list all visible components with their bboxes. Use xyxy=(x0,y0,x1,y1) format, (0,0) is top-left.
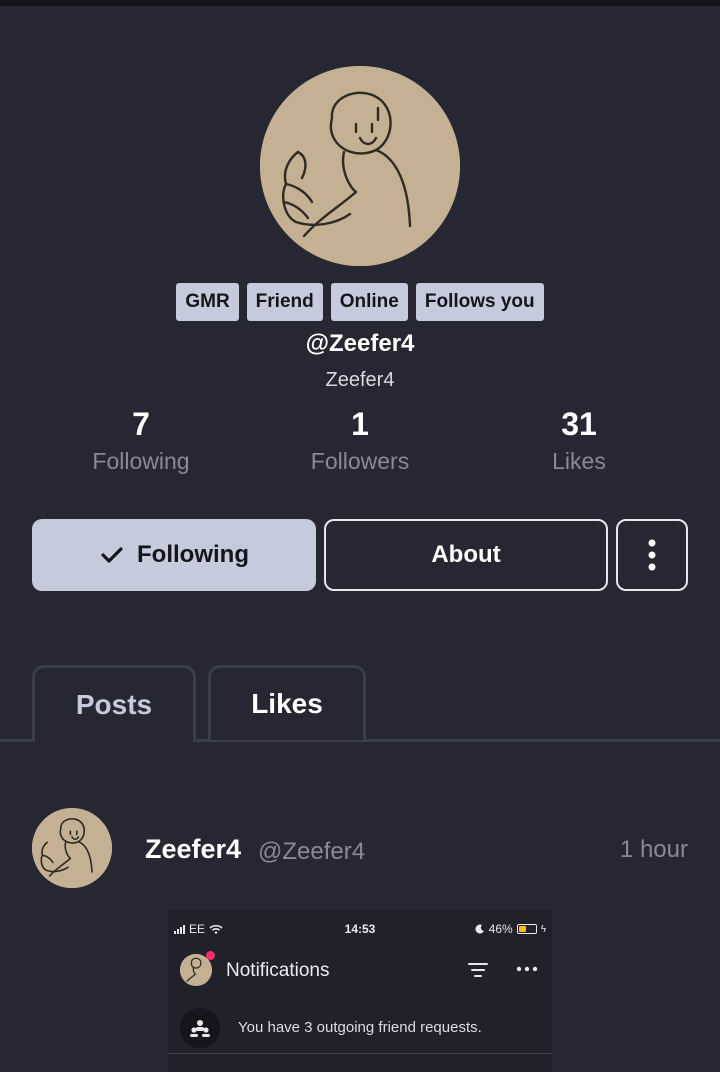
charging-icon: ϟ xyxy=(540,923,546,935)
post-timestamp: 1 hour xyxy=(619,836,688,863)
profile-display-name: Zeefer4 xyxy=(325,369,395,391)
more-horizontal-icon xyxy=(516,966,538,972)
friend-requests-icon xyxy=(180,1008,220,1048)
notification-divider xyxy=(168,1053,552,1054)
checkmark-icon xyxy=(101,547,123,563)
post-author-name[interactable]: Zeefer4 xyxy=(145,834,241,865)
user-drawing-avatar-icon xyxy=(260,66,460,266)
battery-percent: 46% xyxy=(488,922,513,936)
notification-text: You have 3 outgoing friend requests. xyxy=(238,1019,482,1036)
badge-follows-you: Follows you xyxy=(415,283,544,321)
top-bar xyxy=(0,0,720,6)
tab-likes[interactable]: Likes xyxy=(208,665,366,740)
profile-page: GMR Friend Online Follows you @Zeefer4 Z… xyxy=(0,0,720,1072)
stat-likes[interactable]: 31 Likes xyxy=(469,404,689,475)
stat-followers-value: 1 xyxy=(351,406,369,442)
about-button-label: About xyxy=(431,541,501,568)
tab-likes-label: Likes xyxy=(251,688,323,719)
badge-friend: Friend xyxy=(246,283,323,321)
notifications-title: Notifications xyxy=(226,960,330,981)
battery-status: 46% ϟ xyxy=(475,922,546,936)
people-icon xyxy=(190,1020,210,1037)
profile-badges: GMR Friend Online Follows you xyxy=(0,283,720,321)
post-image[interactable]: EE 14:53 46% ϟ Notifications You have 3 … xyxy=(168,910,552,1072)
profile-handle: @Zeefer4 xyxy=(305,330,415,357)
more-options-button[interactable] xyxy=(616,519,688,591)
battery-icon xyxy=(516,924,537,934)
badge-gmr: GMR xyxy=(176,283,239,321)
stat-following-value: 7 xyxy=(132,406,150,442)
filter-icon xyxy=(468,963,488,977)
profile-avatar[interactable] xyxy=(260,66,460,266)
stat-likes-label: Likes xyxy=(552,448,606,474)
stat-followers-label: Followers xyxy=(310,448,410,474)
moon-icon xyxy=(475,924,484,934)
following-button[interactable]: Following xyxy=(32,519,316,591)
post-author-avatar[interactable] xyxy=(32,808,112,888)
stat-likes-value: 31 xyxy=(561,406,597,442)
user-drawing-avatar-icon xyxy=(32,808,112,888)
badge-online: Online xyxy=(330,283,408,321)
about-button[interactable]: About xyxy=(324,519,608,591)
vertical-dots-icon xyxy=(648,539,656,571)
stat-followers[interactable]: 1 Followers xyxy=(250,404,470,475)
stat-following-label: Following xyxy=(92,448,190,474)
stat-following[interactable]: 7 Following xyxy=(31,404,251,475)
tab-posts-label: Posts xyxy=(75,689,153,720)
post-author-handle: @Zeefer4 xyxy=(258,838,366,865)
notification-dot xyxy=(206,951,215,960)
tab-posts[interactable]: Posts xyxy=(32,665,196,742)
following-button-label: Following xyxy=(137,541,249,568)
